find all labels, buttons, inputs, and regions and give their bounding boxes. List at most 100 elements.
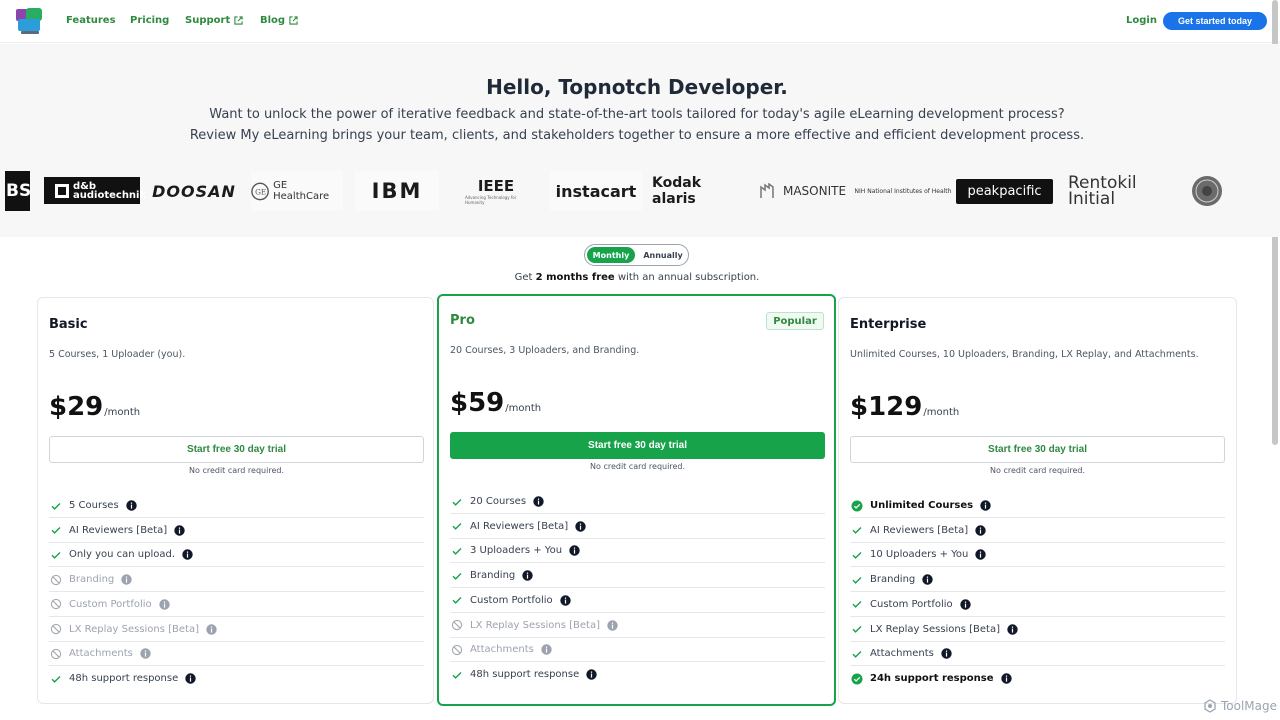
- feature-label: Attachments: [69, 648, 133, 660]
- info-icon[interactable]: [1000, 673, 1012, 685]
- feature-row: LX Replay Sessions [Beta]: [49, 618, 424, 642]
- info-icon[interactable]: [125, 500, 137, 511]
- feature-label: Branding: [69, 574, 115, 586]
- login-link[interactable]: Login: [1126, 15, 1157, 26]
- no-credit-card-note: No credit card required.: [590, 462, 685, 471]
- feature-row: AI Reviewers [Beta]: [850, 519, 1225, 543]
- feature-label: 3 Uploaders + You: [470, 545, 563, 557]
- plan-name: Basic: [49, 317, 88, 332]
- db-square-icon: [55, 183, 69, 198]
- plan-description: Unlimited Courses, 10 Uploaders, Brandin…: [850, 349, 1199, 360]
- feature-row: 24h support response: [850, 667, 1225, 691]
- nav-blog-link[interactable]: Blog: [260, 15, 298, 26]
- feature-label: Attachments: [870, 648, 934, 660]
- feature-row: Attachments: [850, 642, 1225, 667]
- plan-price: $59/month: [450, 388, 541, 418]
- info-icon[interactable]: [140, 648, 151, 659]
- feature-row: AI Reviewers [Beta]: [49, 519, 424, 543]
- logo-ge-healthcare: GE GE HealthCare: [251, 171, 343, 211]
- info-icon[interactable]: [959, 599, 971, 610]
- feature-label: Custom Portfolio: [870, 598, 953, 610]
- info-icon[interactable]: [158, 599, 170, 610]
- review-my-elearning-logo[interactable]: [15, 6, 45, 36]
- price-amount: $29: [49, 392, 104, 422]
- price-amount: $59: [450, 388, 505, 418]
- info-icon[interactable]: [922, 574, 933, 585]
- feature-label: LX Replay Sessions [Beta]: [870, 623, 1001, 635]
- get-started-button[interactable]: Get started today: [1163, 12, 1267, 30]
- feature-row: Branding: [450, 564, 825, 589]
- nav-pricing-link[interactable]: Pricing: [130, 15, 169, 26]
- info-icon[interactable]: [121, 574, 132, 585]
- feature-label: 10 Uploaders + You: [870, 549, 969, 561]
- logo-kodak-alaris: Kodak alaris: [652, 175, 701, 207]
- start-trial-button[interactable]: Start free 30 day trial: [850, 436, 1225, 463]
- customer-logos: BS d&b audiotechnik DOOSAN GE GE HealthC…: [0, 171, 1274, 211]
- info-icon[interactable]: [174, 524, 185, 536]
- info-icon[interactable]: [575, 520, 586, 532]
- check-icon: [852, 601, 862, 609]
- feature-row: Custom Portfolio: [850, 593, 1225, 617]
- info-icon[interactable]: [941, 648, 952, 659]
- feature-label: 48h support response: [470, 669, 580, 681]
- check-icon: [852, 626, 862, 633]
- start-trial-button[interactable]: Start free 30 day trial: [49, 436, 424, 463]
- info-icon[interactable]: [541, 644, 552, 655]
- info-icon[interactable]: [569, 545, 580, 557]
- check-icon: [452, 523, 462, 531]
- info-icon[interactable]: [586, 669, 597, 681]
- start-trial-button[interactable]: Start free 30 day trial: [450, 432, 825, 459]
- info-icon[interactable]: [206, 623, 217, 635]
- feature-row: Attachments: [450, 638, 825, 663]
- info-icon[interactable]: [980, 500, 991, 511]
- check-icon: [852, 551, 862, 559]
- no-credit-card-note: No credit card required.: [189, 466, 284, 475]
- check-icon: [51, 675, 61, 683]
- feature-row: 20 Courses: [450, 490, 825, 514]
- feature-row: Custom Portfolio: [49, 593, 424, 617]
- feature-label: Unlimited Courses: [870, 500, 974, 511]
- seal-logo-icon: [1192, 176, 1222, 206]
- feature-row: 48h support response: [49, 667, 424, 691]
- toolmage-logo-icon: [1204, 699, 1216, 713]
- plan-price: $29/month: [49, 392, 140, 422]
- logo-ieee: IEEE Advancing Technology for Humanity: [465, 177, 517, 205]
- info-icon[interactable]: [607, 619, 618, 631]
- nav-features-link[interactable]: Features: [66, 15, 116, 26]
- check-icon: [852, 650, 862, 658]
- feature-label: Custom Portfolio: [470, 594, 553, 606]
- check-icon: [452, 671, 462, 679]
- masonite-mark-icon: [760, 183, 774, 198]
- info-icon[interactable]: [185, 673, 196, 685]
- info-icon[interactable]: [182, 549, 193, 561]
- feature-label: 5 Courses: [69, 500, 119, 511]
- check-icon: [852, 527, 862, 535]
- toolmage-watermark: ToolMage: [1203, 699, 1277, 713]
- price-period: /month: [505, 403, 542, 414]
- feature-label: AI Reviewers [Beta]: [69, 524, 168, 536]
- info-icon[interactable]: [559, 595, 571, 606]
- info-icon[interactable]: [975, 549, 987, 561]
- nav-support-link[interactable]: Support: [185, 15, 243, 26]
- top-nav: Features Pricing Support Blog Login Get …: [0, 0, 1280, 43]
- feature-row: Only you can upload.: [49, 543, 424, 568]
- not-included-icon: [50, 599, 62, 610]
- plan-description: 20 Courses, 3 Uploaders, and Branding.: [450, 345, 640, 356]
- info-icon[interactable]: [975, 524, 986, 536]
- logo-instacart: instacart: [550, 171, 642, 211]
- price-period: /month: [104, 407, 141, 418]
- info-icon[interactable]: [522, 570, 533, 581]
- info-icon[interactable]: [533, 496, 544, 507]
- info-icon[interactable]: [1007, 623, 1018, 635]
- feature-row: Attachments: [49, 642, 424, 667]
- feature-row: LX Replay Sessions [Beta]: [450, 614, 825, 638]
- feature-row: 3 Uploaders + You: [450, 539, 825, 564]
- logo-doosan: DOOSAN: [152, 181, 236, 201]
- annual-promo-text: Get 2 months free with an annual subscri…: [514, 272, 760, 283]
- feature-label: Only you can upload.: [69, 549, 176, 561]
- price-period: /month: [923, 407, 960, 418]
- check-icon: [452, 498, 462, 506]
- logo-db-audiotechnik: d&b audiotechnik: [44, 177, 146, 204]
- billing-monthly-option[interactable]: Monthly: [587, 247, 635, 263]
- billing-annually-option[interactable]: Annually: [639, 247, 687, 263]
